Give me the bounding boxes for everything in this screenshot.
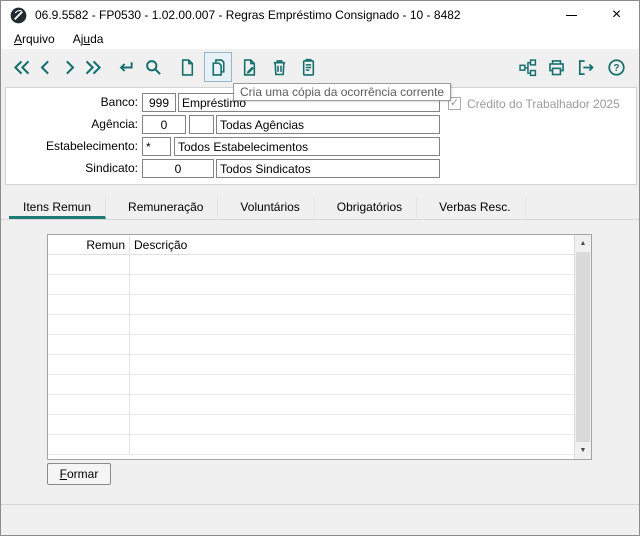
- tab-obrigatorios[interactable]: Obrigatórios: [323, 197, 418, 219]
- window-title: 06.9.5582 - FP0530 - 1.02.00.007 - Regra…: [35, 8, 461, 22]
- copy-record-button[interactable]: [204, 52, 232, 82]
- grid-row[interactable]: [48, 395, 574, 415]
- banco-code-input[interactable]: [142, 93, 176, 112]
- exit-button[interactable]: [571, 52, 599, 82]
- sindicato-name-input[interactable]: [216, 159, 440, 178]
- printer-icon: [548, 59, 564, 75]
- delete-record-button[interactable]: [265, 52, 293, 82]
- sindicato-code-input[interactable]: [142, 159, 214, 178]
- grid-row[interactable]: [48, 255, 574, 275]
- tab-remuneracao[interactable]: Remuneração: [114, 197, 219, 219]
- estabelecimento-code-input[interactable]: [142, 137, 171, 156]
- itens-remun-grid: Remun Descrição ▲ ▼: [47, 234, 592, 460]
- previous-record-icon: [40, 60, 49, 74]
- update-record-button[interactable]: [235, 52, 263, 82]
- scroll-up-button[interactable]: ▲: [575, 235, 591, 252]
- trash-icon: [273, 59, 285, 75]
- grid-row[interactable]: [48, 295, 574, 315]
- formar-button[interactable]: Formar: [47, 463, 111, 485]
- estabelecimento-name-input[interactable]: [174, 137, 440, 156]
- clipboard-icon: [302, 58, 314, 76]
- new-record-button[interactable]: [173, 52, 201, 82]
- enter-icon: [119, 61, 133, 72]
- related-programs-button[interactable]: [513, 52, 541, 82]
- print-button[interactable]: [542, 52, 570, 82]
- vertical-scrollbar[interactable]: ▲ ▼: [574, 235, 591, 459]
- search-button[interactable]: [139, 52, 167, 82]
- check-icon: ✓: [449, 97, 460, 109]
- tab-voluntarios[interactable]: Voluntários: [226, 197, 315, 219]
- tab-bar: Itens Remun Remuneração Voluntários Obri…: [1, 197, 639, 220]
- first-record-icon: [13, 60, 29, 74]
- agencia-name-input[interactable]: [216, 115, 440, 134]
- grid-row[interactable]: [48, 375, 574, 395]
- edit-document-icon: [243, 58, 255, 76]
- titlebar: 06.9.5582 - FP0530 - 1.02.00.007 - Regra…: [1, 1, 639, 29]
- sindicato-label: Sindicato:: [85, 161, 138, 175]
- app-icon[interactable]: [10, 7, 27, 24]
- grid-row[interactable]: [48, 435, 574, 455]
- last-record-button[interactable]: [79, 52, 107, 82]
- exit-icon: [578, 59, 594, 75]
- agencia-label: Agência:: [91, 117, 138, 131]
- grid-content: Remun Descrição: [48, 235, 574, 459]
- new-document-icon: [181, 58, 193, 76]
- menubar: Arquivo Ajuda: [1, 29, 639, 49]
- last-record-icon: [85, 60, 101, 74]
- svg-text:?: ?: [613, 63, 619, 74]
- scroll-up-icon: ▲: [579, 240, 587, 247]
- descricao-column-header: Descrição: [134, 237, 188, 252]
- grid-row[interactable]: [48, 355, 574, 375]
- remun-column-header: Remun: [48, 235, 130, 254]
- tab-itens-remun[interactable]: Itens Remun: [9, 197, 107, 219]
- tab-verbas-resc[interactable]: Verbas Resc.: [425, 197, 526, 219]
- header-form-panel: Banco: ✓ Crédito do Trabalhador 2025 Agê…: [5, 87, 637, 185]
- minimize-button[interactable]: [549, 1, 594, 29]
- agencia-digit-input[interactable]: [189, 115, 214, 134]
- scroll-down-icon: ▼: [579, 447, 587, 454]
- statusbar: [1, 504, 639, 535]
- estabelecimento-label: Estabelecimento:: [45, 139, 138, 153]
- grid-row[interactable]: [48, 315, 574, 335]
- banco-label: Banco:: [100, 95, 138, 109]
- close-icon: ×: [611, 6, 622, 23]
- credito-trabalhador-label: Crédito do Trabalhador 2025: [467, 97, 620, 111]
- go-button[interactable]: [111, 52, 139, 82]
- close-button[interactable]: ×: [594, 1, 639, 29]
- grid-row[interactable]: [48, 415, 574, 435]
- grid-header: Remun Descrição: [48, 235, 574, 255]
- search-icon: [145, 59, 161, 75]
- app-window: 06.9.5582 - FP0530 - 1.02.00.007 - Regra…: [0, 0, 640, 536]
- scroll-down-button[interactable]: ▼: [575, 442, 591, 459]
- agencia-code-input[interactable]: [142, 115, 186, 134]
- related-programs-icon: [518, 58, 536, 76]
- help-icon: ?: [607, 58, 625, 76]
- toolbar: ?: [1, 49, 639, 87]
- minimize-icon: [566, 14, 577, 16]
- copy-document-icon: [211, 58, 225, 76]
- grid-row[interactable]: [48, 335, 574, 355]
- menu-item-arquivo[interactable]: Arquivo: [5, 30, 64, 48]
- menu-item-ajuda[interactable]: Ajuda: [64, 30, 113, 48]
- grid-row[interactable]: [48, 275, 574, 295]
- help-button[interactable]: ?: [602, 52, 630, 82]
- paste-button[interactable]: [294, 52, 322, 82]
- copy-record-tooltip: Cria uma cópia da ocorrência corrente: [233, 83, 452, 101]
- next-record-icon: [65, 60, 74, 74]
- scrollbar-thumb[interactable]: [576, 252, 590, 442]
